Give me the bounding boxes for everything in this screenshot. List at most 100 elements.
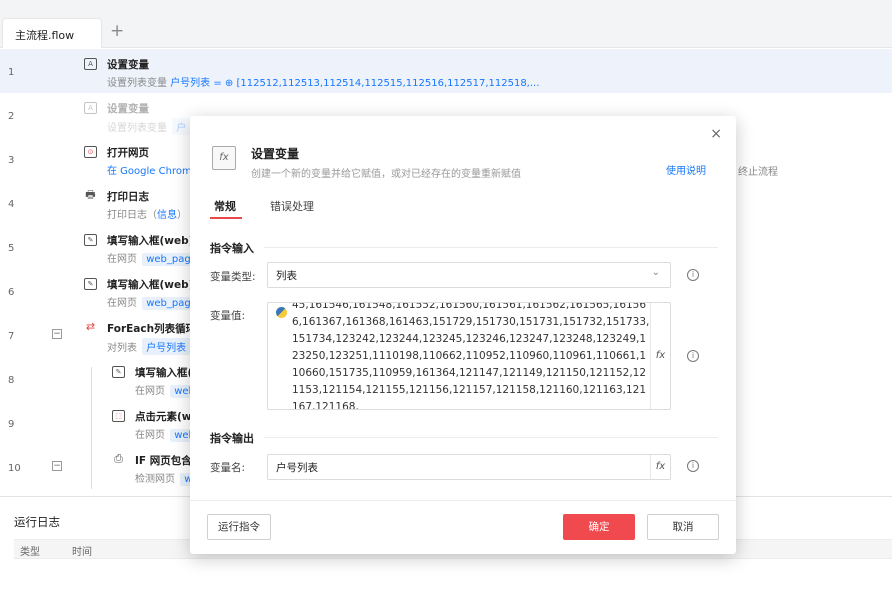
line-number: 7 [8,331,15,342]
variable-value-textarea[interactable]: 45,161546,161548,161552,161560,161561,16… [267,302,671,410]
step-variable: 户号列表 [170,78,211,89]
step-subtitle: 打印日志（信息） [107,206,187,221]
step-desc: 在网页 [135,430,165,441]
line-number: 8 [8,375,15,386]
fx-expression-icon[interactable]: fx [650,455,670,479]
close-icon[interactable]: × [710,126,722,142]
step-title: IF 网页包含 [135,455,192,467]
step-subtitle: 对列表 户号列表 [107,338,192,355]
step-desc: 在网页 [107,298,137,309]
step-desc: 设置列表变量 [107,123,167,134]
collapse-toggle[interactable]: − [52,329,62,339]
line-number: 4 [8,199,15,210]
line-number: 2 [8,111,15,122]
step-variable: 户号列表 [142,338,191,355]
flow-row[interactable]: 1 A 设置变量 设置列表变量 户号列表 = ⊕ [112512,112513,… [0,49,892,93]
loop-guide-line [91,367,92,489]
step-title: 设置变量 [107,59,149,71]
variable-icon: A [84,58,97,70]
step-desc: 在 Google Chrom [107,166,192,177]
variable-name-input[interactable]: 户号列表 fx [267,454,671,480]
dialog-footer-divider [190,500,736,501]
python-icon [276,307,287,318]
input-field-icon: ✎ [112,366,125,378]
col-time: 时间 [72,547,92,558]
help-link[interactable]: 使用说明 [666,162,706,177]
window-top-strip [0,0,892,10]
line-number: 9 [8,419,15,430]
active-tab-indicator [210,217,242,219]
info-icon[interactable]: i [687,350,699,362]
dialog-tabs: 常规 错误处理 [210,196,718,220]
line-number: 10 [8,463,21,474]
variable-icon: A [84,102,97,114]
tab-error-handling[interactable]: 错误处理 [270,198,314,214]
variable-type-value: 列表 [276,270,297,282]
variable-value-label: 变量值: [210,310,246,322]
line-number: 3 [8,155,15,166]
section-output-title: 指令输出 [210,432,254,445]
section-input-title: 指令输入 [210,242,254,255]
tab-main-flow[interactable]: 主流程.flow [2,18,102,48]
confirm-button[interactable]: 确定 [563,514,635,540]
dialog-title: 设置变量 [251,147,300,161]
step-title: 填写输入框(web) [107,279,194,291]
input-field-icon: ✎ [84,278,97,290]
section-divider [264,247,718,248]
step-desc: 检测网页 [135,474,175,485]
fx-expression-icon[interactable]: fx [650,303,670,409]
info-icon[interactable]: i [687,269,699,281]
fx-icon: fx [212,146,236,170]
dialog-description: 创建一个新的变量并给它赋值，或对已经存在的变量重新赋值 [251,169,521,180]
run-log-title: 运行日志 [14,515,60,529]
collapse-toggle[interactable]: − [52,461,62,471]
file-tab-bar: 主流程.flow + [0,10,892,48]
variable-name-label: 变量名: [210,462,246,474]
step-subtitle: 在网页 wel [135,382,197,398]
condition-icon: ⎙ [114,452,123,465]
step-note: 终止流程 [738,167,778,178]
step-subtitle: 设置列表变量 户 [107,118,192,135]
step-desc: 在网页 [135,386,165,397]
browser-icon: ⊙ [84,146,97,158]
step-variable: 信息 [157,210,177,221]
step-desc: 在网页 [107,254,137,265]
step-variable: 户 [172,118,191,135]
step-title: 打印日志 [107,191,149,203]
print-icon: 🖶 [85,188,96,201]
step-title: ForEach列表循环 [107,323,197,335]
step-desc: 打印日志（ [107,210,157,221]
line-number: 6 [8,287,15,298]
step-subtitle: 在网页 web_pag [107,250,197,266]
step-subtitle: 在网页 web_pag [107,294,197,310]
step-title: 打开网页 [107,147,149,159]
tab-general[interactable]: 常规 [214,198,236,214]
add-tab-icon[interactable]: + [110,23,124,40]
line-number: 5 [8,243,15,254]
step-subtitle: 在 Google Chrom [107,162,192,177]
step-variable: web_pag [142,297,195,310]
section-divider [264,437,718,438]
step-desc-end: ） [177,210,187,221]
step-title: 设置变量 [107,103,149,115]
variable-type-select[interactable]: 列表 ⌄ [267,262,671,288]
step-subtitle: 设置列表变量 户号列表 = ⊕ [112512,112513,112514,11… [107,74,539,89]
loop-icon: ⇄ [85,320,96,333]
step-subtitle: 在网页 wel [135,426,197,442]
click-element-icon: ⬚ [112,410,125,422]
step-desc: 设置列表变量 [107,78,167,89]
info-icon[interactable]: i [687,460,699,472]
input-field-icon: ✎ [84,234,97,246]
run-command-button[interactable]: 运行指令 [207,514,271,540]
step-subtitle: 检测网页 w [135,470,198,486]
step-desc: 对列表 [107,343,137,354]
col-type: 类型 [20,547,40,558]
step-value: = ⊕ [112512,112513,112514,112515,112516,… [213,78,540,89]
variable-type-label: 变量类型: [210,271,256,283]
step-title: 填写输入框(web) [107,235,194,247]
variable-name-value: 户号列表 [276,462,318,474]
chevron-down-icon: ⌄ [651,267,660,278]
set-variable-dialog: × fx 设置变量 创建一个新的变量并给它赋值，或对已经存在的变量重新赋值 使用… [190,116,736,554]
cancel-button[interactable]: 取消 [647,514,719,540]
line-number: 1 [8,67,15,78]
